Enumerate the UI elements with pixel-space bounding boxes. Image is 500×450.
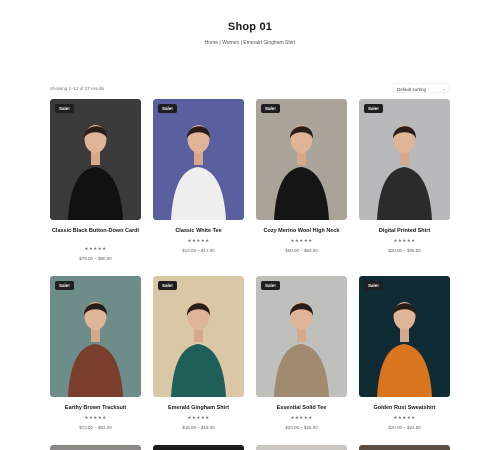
product-image[interactable] [359, 276, 450, 397]
product-price: $20.00 – $24.00 [388, 425, 421, 430]
breadcrumb-home[interactable]: Home [205, 40, 218, 46]
result-count: Showing 1–12 of 37 results [50, 86, 105, 91]
star-rating: ★★★★★ [393, 415, 416, 420]
product-card-stub [153, 445, 244, 450]
breadcrumb-separator: | [240, 40, 242, 46]
sale-badge: Sale! [261, 281, 280, 290]
star-rating: ★★★★★ [393, 238, 416, 243]
product-photo [359, 99, 450, 220]
product-image[interactable] [50, 276, 141, 397]
breadcrumb: Home | Women | Emerald Gingham Shirt [0, 40, 500, 46]
sale-badge: Sale! [55, 104, 74, 113]
product-card-stub [256, 445, 347, 450]
product-photo [359, 276, 450, 397]
product-image[interactable] [153, 99, 244, 220]
star-rating: ★★★★★ [290, 415, 313, 420]
star-rating: ★★★★★ [290, 238, 313, 243]
product-photo [50, 276, 141, 397]
product-price: $79.00 – $80.00 [79, 256, 112, 261]
sale-badge: Sale! [364, 281, 383, 290]
star-rating: ★★★★★ [187, 238, 210, 243]
product-price: $20.00 – $35.00 [388, 248, 421, 253]
product-price: $14.00 – $17.00 [182, 248, 215, 253]
breadcrumb-current: Emerald Gingham Shirt [243, 40, 296, 46]
chevron-down-icon: ⌄ [441, 86, 446, 92]
product-image[interactable] [50, 99, 141, 220]
product-price: $72.00 – $81.00 [79, 425, 112, 430]
sale-badge: Sale! [158, 104, 177, 113]
breadcrumb-separator: | [219, 40, 221, 46]
star-rating: ★★★★★ [84, 415, 107, 420]
product-price: $60.00 – $65.00 [285, 248, 318, 253]
product-card-stub [359, 445, 450, 450]
product-name[interactable]: Cozy Merino Wool High Neck [252, 227, 351, 235]
product-photo [153, 276, 244, 397]
sale-badge: Sale! [158, 281, 177, 290]
product-image[interactable] [153, 276, 244, 397]
product-price: $15.00 – $18.00 [182, 425, 215, 430]
product-photo [50, 99, 141, 220]
product-photo [256, 276, 347, 397]
product-image[interactable] [359, 99, 450, 220]
sale-badge: Sale! [55, 281, 74, 290]
page-title: Shop 01 [227, 21, 273, 33]
product-photo [153, 99, 244, 220]
product-price: $20.00 – $25.00 [285, 425, 318, 430]
product-card-stub [50, 445, 141, 450]
sale-badge: Sale! [261, 104, 280, 113]
product-photo [256, 99, 347, 220]
star-rating: ★★★★★ [84, 246, 107, 251]
sorting-select[interactable]: Default sorting ⌄ [393, 83, 450, 93]
sale-badge: Sale! [364, 104, 383, 113]
sorting-label: Default sorting [397, 86, 427, 92]
product-name[interactable]: Classic White Tee [149, 227, 248, 235]
product-image[interactable] [256, 99, 347, 220]
product-name[interactable]: Golden Rust Sweatshirt [355, 404, 454, 412]
breadcrumb-women[interactable]: Women [222, 40, 239, 46]
star-rating: ★★★★★ [187, 415, 210, 420]
product-name[interactable]: Essential Solid Tee [252, 404, 351, 412]
product-name[interactable]: Emerald Gingham Shirt [149, 404, 248, 412]
product-name[interactable]: Earthy Brown Tracksuit [46, 404, 145, 412]
product-image[interactable] [256, 276, 347, 397]
product-name[interactable]: Digital Printed Shirt [355, 227, 454, 235]
product-name[interactable]: Classic Black Button-Down Cardi [46, 227, 145, 235]
